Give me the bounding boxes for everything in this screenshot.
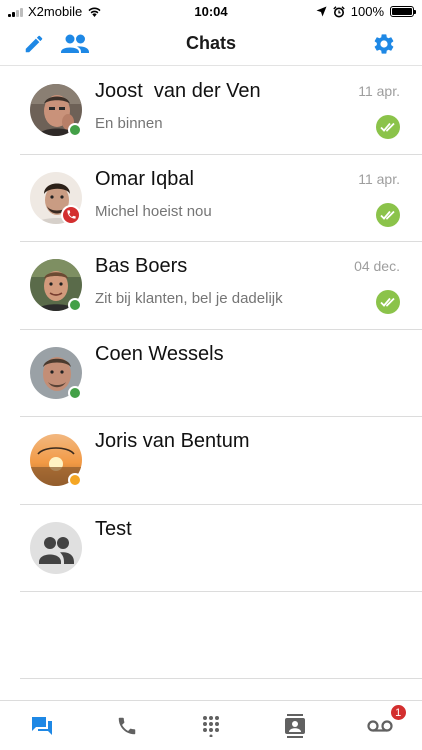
chat-row-test[interactable]: Test (0, 505, 422, 593)
away-status-dot (68, 473, 82, 487)
last-message-preview: Michel hoeist nou (95, 202, 212, 220)
chat-row-coen[interactable]: Coen Wessels (0, 330, 422, 418)
battery-icon (390, 6, 416, 17)
dialpad-icon (203, 715, 220, 737)
group-icon (39, 536, 74, 564)
chat-date: 04 dec. (354, 258, 400, 274)
on-call-status-icon (61, 204, 81, 225)
tab-voicemail[interactable]: 1 (338, 701, 422, 750)
chat-date: 11 apr. (358, 83, 400, 99)
chat-row-joost[interactable]: Joost van der Ven 11 apr. En binnen (0, 67, 422, 155)
double-check-icon (376, 290, 400, 314)
chat-row-bas[interactable]: Bas Boers 04 dec. Zit bij klanten, bel j… (0, 242, 422, 330)
page-title: Chats (185, 33, 236, 53)
voicemail-icon (367, 719, 393, 732)
contacts-icon (285, 713, 306, 738)
location-arrow-icon (316, 6, 327, 17)
voicemail-count-badge: 1 (389, 704, 407, 721)
chat-date: 11 apr. (358, 170, 400, 187)
gear-icon (374, 34, 394, 54)
battery-percentage: 100% (350, 4, 384, 19)
double-check-icon (376, 202, 400, 227)
contact-name: Bas Boers (95, 255, 188, 277)
double-check-icon (376, 115, 400, 139)
tab-contacts[interactable] (253, 701, 337, 750)
status-bar: X2mobile 10:04 100% (0, 0, 422, 22)
online-status-dot (68, 385, 82, 400)
phone-icon (118, 717, 135, 734)
nav-header: Chats (0, 22, 422, 66)
settings-button[interactable] (370, 30, 398, 58)
chat-row-joris[interactable]: Joris van Bentum (0, 417, 422, 505)
chats-icon (32, 716, 53, 735)
online-status-dot (68, 298, 82, 312)
contact-name: Joris van Bentum (95, 430, 250, 452)
tab-calls[interactable] (84, 701, 168, 750)
contact-name: Joost van der Ven (95, 80, 261, 102)
contact-name: Omar Iqbal (95, 167, 194, 190)
chat-list: Joost van der Ven 11 apr. En binnen Omar… (0, 67, 422, 592)
chat-row-omar[interactable]: Omar Iqbal 11 apr. Michel hoeist nou (0, 155, 422, 243)
group-name: Test (95, 517, 132, 540)
contact-name: Coen Wessels (95, 342, 224, 365)
alarm-icon (333, 5, 345, 17)
tab-bar: 1 (0, 700, 422, 750)
divider (20, 678, 422, 679)
last-message-preview: Zit bij klanten, bel je dadelijk (95, 290, 283, 307)
tab-dialpad[interactable] (169, 701, 253, 750)
online-status-dot (68, 123, 82, 137)
group-avatar (30, 521, 82, 574)
tab-chats[interactable] (0, 701, 84, 750)
last-message-preview: En binnen (95, 115, 163, 132)
